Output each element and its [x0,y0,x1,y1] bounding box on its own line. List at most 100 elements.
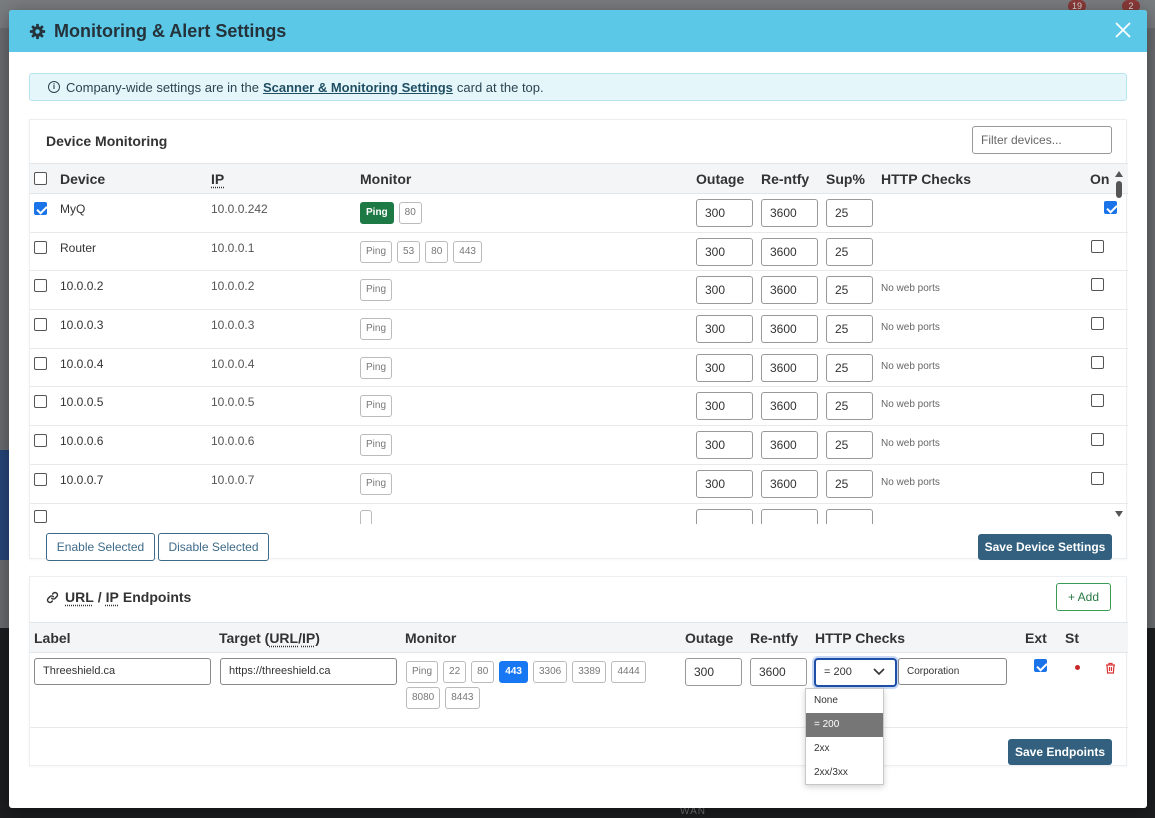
device-on-checkbox[interactable] [1091,471,1104,485]
row-select-checkbox[interactable] [34,279,47,293]
header-target: Target (URL/IP) [219,630,320,646]
endpoint-port-chip[interactable]: 22 [443,661,467,683]
header-ext: Ext [1025,630,1047,646]
http-check-option[interactable]: 2xx [806,737,883,761]
external-checkbox[interactable] [1034,659,1047,672]
port-chip[interactable]: Ping [360,434,393,457]
endpoint-port-chip[interactable]: 4444 [611,661,646,683]
outage-input[interactable]: 300 [696,199,753,227]
monitoring-settings-modal: Monitoring & Alert Settings i Company-wi… [9,10,1147,808]
suppress-input[interactable]: 25 [826,431,873,460]
port-chip[interactable]: Ping [360,395,393,418]
endpoint-port-chip[interactable]: 80 [471,661,495,683]
renotify-input[interactable]: 3600 [761,237,818,266]
header-outage: Outage [696,171,745,187]
endpoint-port-chip[interactable]: 443 [499,661,528,683]
http-checks-status: No web ports [881,283,940,295]
port-chip[interactable]: 53 [397,240,421,263]
trash-icon[interactable] [1105,661,1116,679]
row-select-checkbox[interactable] [34,395,47,409]
scanner-settings-link[interactable]: Scanner & Monitoring Settings [263,80,453,95]
link-icon [46,591,59,604]
endpoint-renotify-input[interactable]: 3600 [750,658,807,686]
http-check-select[interactable]: = 200 [814,658,897,687]
outage-input[interactable]: 300 [696,392,753,421]
device-on-checkbox[interactable] [1091,394,1104,408]
endpoint-port-chip[interactable]: Ping [406,661,439,683]
renotify-input[interactable]: 3600 [761,392,818,421]
port-chip[interactable]: Ping [360,318,393,341]
row-select-checkbox[interactable] [34,509,47,523]
endpoint-target-input[interactable]: https://threeshield.ca [220,658,397,685]
row-select-checkbox[interactable] [34,434,47,448]
add-endpoint-button[interactable]: + Add [1056,583,1111,611]
port-chip[interactable]: Ping [360,240,393,263]
row-select-checkbox[interactable] [34,202,47,215]
device-name: MyQ [60,202,86,216]
outage-input[interactable] [696,508,753,524]
row-select-checkbox[interactable] [34,318,47,332]
outage-input[interactable]: 300 [696,315,753,344]
renotify-input[interactable]: 3600 [761,276,818,305]
suppress-input[interactable]: 25 [826,276,873,305]
row-select-checkbox[interactable] [34,472,47,486]
row-select-checkbox[interactable] [34,240,47,254]
port-chip[interactable]: 443 [453,240,482,263]
renotify-input[interactable]: 3600 [761,199,818,227]
device-on-checkbox[interactable] [1091,278,1104,292]
suppress-input[interactable]: 25 [826,353,873,382]
device-on-checkbox[interactable] [1091,355,1104,369]
device-on-checkbox[interactable] [1091,239,1104,253]
renotify-input[interactable]: 3600 [761,469,818,498]
outage-input[interactable]: 300 [696,276,753,305]
close-icon[interactable] [1113,20,1133,40]
device-ip: 10.0.0.6 [211,434,255,449]
port-chip[interactable]: Ping [360,472,393,495]
http-check-option[interactable]: 2xx/3xx [806,761,883,785]
http-match-input[interactable]: Corporation [898,658,1007,685]
port-chip[interactable]: 80 [398,202,422,224]
device-on-checkbox[interactable] [1091,317,1104,331]
row-select-checkbox[interactable] [34,356,47,370]
enable-selected-button[interactable]: Enable Selected [46,533,155,561]
suppress-input[interactable] [826,508,873,524]
suppress-input[interactable]: 25 [826,392,873,421]
save-device-settings-button[interactable]: Save Device Settings [978,534,1112,560]
suppress-input[interactable]: 25 [826,237,873,266]
endpoint-port-chip[interactable]: 8443 [445,687,480,709]
port-chip[interactable]: Ping [360,279,393,302]
device-name: 10.0.0.7 [60,472,104,487]
endpoint-outage-input[interactable]: 300 [685,658,742,686]
endpoint-label-input[interactable]: Threeshield.ca [34,658,211,685]
endpoint-port-chip[interactable]: 3306 [532,661,568,683]
renotify-input[interactable]: 3600 [761,431,818,460]
outage-input[interactable]: 300 [696,353,753,382]
device-table-scrollbar[interactable] [1114,167,1124,521]
port-chip[interactable]: Ping [360,356,393,379]
renotify-input[interactable]: 3600 [761,353,818,382]
suppress-input[interactable]: 25 [826,315,873,344]
device-on-checkbox[interactable] [1091,433,1104,447]
outage-input[interactable]: 300 [696,237,753,266]
save-endpoints-button[interactable]: Save Endpoints [1008,739,1112,765]
select-all-checkbox[interactable] [34,172,47,185]
filter-devices-input[interactable] [972,126,1112,154]
scrollbar-thumb[interactable] [1116,181,1122,198]
disable-selected-button[interactable]: Disable Selected [158,533,269,561]
endpoints-card: URL / IP Endpoints + Add Label Target (U… [29,576,1128,766]
outage-input[interactable]: 300 [696,469,753,498]
http-check-option[interactable]: None [806,689,883,713]
device-table: Device IP Monitor Outage Re-ntfy Sup% HT… [30,163,1128,524]
endpoint-port-chip[interactable]: 8080 [406,687,441,709]
suppress-input[interactable]: 25 [826,199,873,227]
endpoint-port-chip[interactable]: 3389 [572,661,607,683]
port-chip[interactable]: 80 [425,240,449,263]
renotify-input[interactable]: 3600 [761,315,818,344]
device-name: 10.0.0.6 [60,434,104,449]
renotify-input[interactable] [761,508,818,524]
http-check-option[interactable]: = 200 [806,713,883,737]
port-chip[interactable]: Ping [360,202,394,224]
outage-input[interactable]: 300 [696,431,753,460]
suppress-input[interactable]: 25 [826,469,873,498]
port-chip[interactable] [360,509,372,524]
